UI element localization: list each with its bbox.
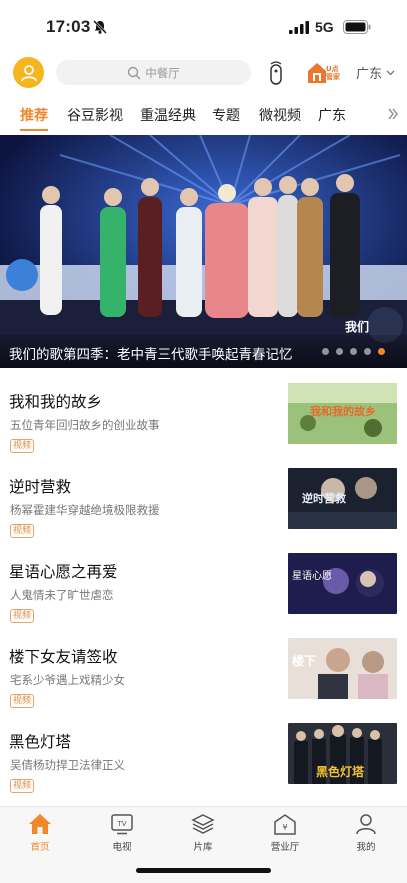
thumbnail-title: 逆时营救 bbox=[302, 492, 346, 505]
carousel-dot[interactable] bbox=[322, 348, 329, 355]
udian-label: U点管家 bbox=[326, 65, 340, 81]
chevron-down-icon bbox=[386, 70, 395, 75]
store-icon: ¥ bbox=[274, 814, 296, 835]
item-title: 我和我的故乡 bbox=[9, 393, 103, 411]
video-tag: 视频 bbox=[10, 524, 35, 538]
thumbnail-title: 楼下 bbox=[292, 654, 317, 668]
carousel-dot-active[interactable] bbox=[378, 348, 385, 355]
carousel-dot[interactable] bbox=[350, 348, 357, 355]
list-item[interactable]: 我和我的故乡 五位青年回归故乡的创业故事 视频 我和我的故乡 bbox=[0, 376, 407, 461]
thumbnail-title: 我和我的故乡 bbox=[310, 405, 376, 418]
region-label: 广东 bbox=[356, 67, 383, 82]
nav-home-label: 首页 bbox=[30, 842, 50, 853]
tab-gudou-video[interactable]: 谷豆影视 bbox=[67, 105, 123, 125]
item-title: 黑色灯塔 bbox=[9, 733, 72, 751]
item-title: 楼下女友请签收 bbox=[9, 648, 118, 666]
nav-library-label: 片库 bbox=[193, 842, 213, 853]
item-title: 星语心愿之再爱 bbox=[9, 563, 118, 581]
carousel-dot[interactable] bbox=[364, 348, 371, 355]
banner-title: 我们的歌第四季：老中青三代歌手唤起青春记忆 bbox=[9, 347, 293, 363]
nav-store-label: 营业厅 bbox=[270, 842, 300, 853]
active-tab-indicator bbox=[20, 129, 48, 131]
tab-micro-video[interactable]: 微视频 bbox=[259, 105, 301, 125]
search-placeholder: 中餐厅 bbox=[145, 65, 180, 80]
list-item[interactable]: 楼下女友请签收 宅系少爷遇上戏精少女 视频 楼下 bbox=[0, 631, 407, 716]
tab-guangdong[interactable]: 广东 bbox=[318, 105, 346, 125]
status-time: 17:03 bbox=[46, 17, 91, 36]
search-bar[interactable]: 中餐厅 bbox=[56, 60, 251, 85]
stage-logo-text: 我们 bbox=[345, 320, 370, 334]
carousel-dot[interactable] bbox=[336, 348, 343, 355]
svg-text:¥: ¥ bbox=[282, 823, 287, 832]
nav-profile-label: 我的 bbox=[356, 842, 376, 853]
item-thumbnail[interactable]: 黑色灯塔 bbox=[288, 723, 397, 784]
home-indicator[interactable] bbox=[136, 868, 271, 873]
layers-icon bbox=[191, 814, 215, 834]
person-icon bbox=[356, 814, 376, 835]
featured-banner[interactable]: 我们 我们的歌第四季：老中青三代歌手唤起青春记忆 bbox=[0, 135, 407, 368]
video-tag: 视频 bbox=[10, 694, 35, 708]
item-description: 人鬼情未了旷世虐恋 bbox=[10, 588, 114, 602]
item-description: 宅系少爷遇上戏精少女 bbox=[10, 673, 125, 687]
item-thumbnail[interactable]: 星语心愿 bbox=[288, 553, 397, 614]
item-description: 杨幂霍建华穿越绝境极限救援 bbox=[10, 503, 160, 517]
cellular-signal-icon bbox=[289, 21, 309, 34]
tab-recommend[interactable]: 推荐 bbox=[20, 105, 48, 125]
tab-classics[interactable]: 重温经典 bbox=[140, 105, 196, 125]
search-icon bbox=[128, 66, 141, 80]
region-selector[interactable]: 广东 bbox=[356, 63, 395, 82]
item-title: 逆时营救 bbox=[9, 478, 72, 496]
home-icon bbox=[29, 814, 51, 834]
nav-tv-label: 电视 bbox=[112, 842, 132, 853]
nav-home[interactable]: 首页 bbox=[10, 813, 70, 853]
nav-library[interactable]: 片库 bbox=[173, 813, 233, 853]
tv-icon: TV bbox=[111, 814, 133, 835]
thumbnail-image bbox=[288, 553, 397, 614]
network-type: 5G bbox=[315, 19, 334, 35]
udian-manager-button[interactable]: U点管家 bbox=[306, 60, 344, 85]
item-thumbnail[interactable]: 我和我的故乡 bbox=[288, 383, 397, 444]
item-description: 五位青年回归故乡的创业故事 bbox=[10, 418, 160, 432]
category-tabs: 推荐 谷豆影视 重温经典 专题 微视频 广东 bbox=[0, 97, 407, 135]
nav-profile[interactable]: 我的 bbox=[336, 813, 396, 853]
tab-topics[interactable]: 专题 bbox=[212, 105, 240, 125]
nav-store[interactable]: ¥ 营业厅 bbox=[255, 813, 315, 853]
double-chevron-right-icon[interactable] bbox=[387, 107, 399, 121]
person-icon bbox=[20, 64, 37, 81]
nav-tv[interactable]: TV 电视 bbox=[92, 813, 152, 853]
list-item[interactable]: 黑色灯塔 吴倩杨玏捍卫法律正义 视频 黑色灯塔 bbox=[0, 716, 407, 801]
video-tag: 视频 bbox=[10, 609, 35, 623]
battery-icon bbox=[343, 20, 371, 34]
item-thumbnail[interactable]: 逆时营救 bbox=[288, 468, 397, 529]
video-tag: 视频 bbox=[10, 439, 35, 453]
item-description: 吴倩杨玏捍卫法律正义 bbox=[10, 758, 125, 772]
carousel-dots bbox=[322, 348, 385, 355]
list-item[interactable]: 逆时营救 杨幂霍建华穿越绝境极限救援 视频 逆时营救 bbox=[0, 461, 407, 546]
thumbnail-title: 星语心愿 bbox=[292, 571, 332, 582]
list-item[interactable]: 星语心愿之再爱 人鬼情未了旷世虐恋 视频 星语心愿 bbox=[0, 546, 407, 631]
user-avatar[interactable] bbox=[13, 57, 44, 88]
item-thumbnail[interactable]: 楼下 bbox=[288, 638, 397, 699]
thumbnail-title: 黑色灯塔 bbox=[316, 765, 365, 779]
remote-control-icon[interactable] bbox=[268, 61, 284, 85]
bell-off-icon bbox=[93, 20, 107, 34]
status-bar: 17:03 5G bbox=[0, 0, 407, 50]
top-header: 中餐厅 U点管家 广东 bbox=[0, 50, 407, 96]
video-tag: 视频 bbox=[10, 779, 35, 793]
svg-text:TV: TV bbox=[116, 820, 126, 828]
